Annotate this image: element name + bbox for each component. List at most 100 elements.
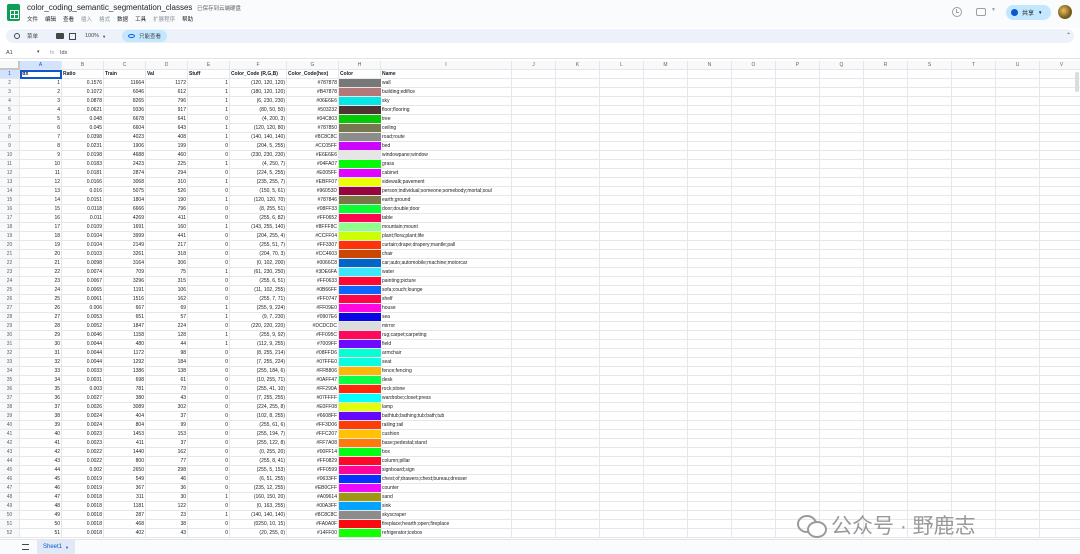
table-cell[interactable] [820,367,864,376]
table-cell[interactable]: (255, 7, 71) [230,295,287,304]
row-header[interactable]: 27 [0,304,20,313]
table-cell[interactable] [732,115,776,124]
avatar[interactable] [1058,5,1072,19]
table-cell[interactable] [644,223,688,232]
table-cell[interactable] [1040,124,1080,133]
table-cell[interactable] [996,457,1040,466]
table-cell[interactable] [688,403,732,412]
table-cell[interactable]: 0.0018 [62,529,104,538]
table-cell[interactable] [556,367,600,376]
table-cell[interactable] [952,88,996,97]
table-cell[interactable] [820,160,864,169]
table-cell[interactable] [512,520,556,529]
table-cell[interactable] [1040,214,1080,223]
table-cell[interactable]: 0.0019 [62,475,104,484]
column-header[interactable]: O [732,61,776,70]
table-cell[interactable] [952,178,996,187]
table-cell[interactable] [732,196,776,205]
table-cell[interactable] [908,133,952,142]
column-header[interactable]: P [776,61,820,70]
table-cell[interactable] [776,160,820,169]
table-cell[interactable]: (224, 5, 255) [230,169,287,178]
table-cell[interactable] [864,394,908,403]
table-cell[interactable] [732,250,776,259]
table-cell[interactable]: 1191 [104,286,146,295]
table-cell[interactable] [600,214,644,223]
table-cell[interactable] [820,376,864,385]
table-cell[interactable]: 411 [104,439,146,448]
table-cell[interactable] [600,367,644,376]
table-cell[interactable] [512,484,556,493]
table-cell[interactable] [908,394,952,403]
table-cell[interactable] [1040,241,1080,250]
table-cell[interactable]: 0.0198 [62,151,104,160]
table-cell[interactable] [864,412,908,421]
table-cell[interactable] [732,466,776,475]
table-cell[interactable]: 1 [188,160,230,169]
table-cell[interactable]: 1 [188,268,230,277]
table-cell[interactable]: (140, 140, 140) [230,133,287,142]
table-cell[interactable] [644,466,688,475]
table-cell[interactable] [556,376,600,385]
table-cell[interactable] [688,205,732,214]
table-cell[interactable] [1040,493,1080,502]
header-cell[interactable] [600,70,644,79]
table-cell[interactable] [1040,529,1080,538]
table-cell[interactable] [688,502,732,511]
table-cell[interactable]: 1 [188,124,230,133]
table-cell[interactable] [644,394,688,403]
table-cell[interactable] [732,160,776,169]
table-cell[interactable] [688,169,732,178]
table-cell[interactable]: 224 [146,322,188,331]
row-header[interactable]: 39 [0,412,20,421]
table-cell[interactable]: (255, 184, 6) [230,367,287,376]
table-cell[interactable]: 0 [188,169,230,178]
table-cell[interactable] [688,493,732,502]
table-cell[interactable] [820,277,864,286]
color-swatch[interactable] [339,394,381,403]
table-cell[interactable] [1040,250,1080,259]
table-cell[interactable] [600,394,644,403]
table-cell[interactable] [864,295,908,304]
table-cell[interactable]: (0, 163, 255) [230,502,287,511]
table-cell[interactable] [644,205,688,214]
table-cell[interactable] [908,250,952,259]
table-cell[interactable]: (255, 9, 92) [230,331,287,340]
table-cell[interactable]: 22 [20,268,62,277]
table-cell[interactable]: #0AFF47 [287,376,339,385]
table-cell[interactable]: 73 [146,385,188,394]
table-cell[interactable] [908,457,952,466]
table-cell[interactable] [1040,133,1080,142]
table-cell[interactable]: 0.0104 [62,241,104,250]
table-cell[interactable]: 3068 [104,178,146,187]
table-cell[interactable]: signboard;sign [381,466,512,475]
table-cell[interactable] [688,97,732,106]
table-cell[interactable] [556,187,600,196]
table-cell[interactable] [512,241,556,250]
table-cell[interactable]: 796 [146,205,188,214]
table-cell[interactable] [688,331,732,340]
table-cell[interactable]: 0 [188,457,230,466]
table-cell[interactable]: 1158 [104,331,146,340]
row-header[interactable]: 31 [0,340,20,349]
table-cell[interactable] [952,313,996,322]
table-cell[interactable] [556,205,600,214]
table-cell[interactable] [732,412,776,421]
table-cell[interactable] [732,142,776,151]
table-cell[interactable] [864,223,908,232]
table-cell[interactable] [908,196,952,205]
table-cell[interactable]: 225 [146,160,188,169]
table-cell[interactable] [1040,394,1080,403]
table-cell[interactable] [776,241,820,250]
table-cell[interactable]: #06E6E6 [287,97,339,106]
table-cell[interactable] [688,286,732,295]
table-cell[interactable] [820,151,864,160]
table-cell[interactable] [776,178,820,187]
table-cell[interactable] [952,340,996,349]
table-cell[interactable]: 318 [146,250,188,259]
table-cell[interactable]: 1292 [104,358,146,367]
table-cell[interactable]: #EB0CFF [287,484,339,493]
table-cell[interactable]: 402 [104,529,146,538]
table-cell[interactable] [776,475,820,484]
table-cell[interactable]: skyscraper [381,511,512,520]
